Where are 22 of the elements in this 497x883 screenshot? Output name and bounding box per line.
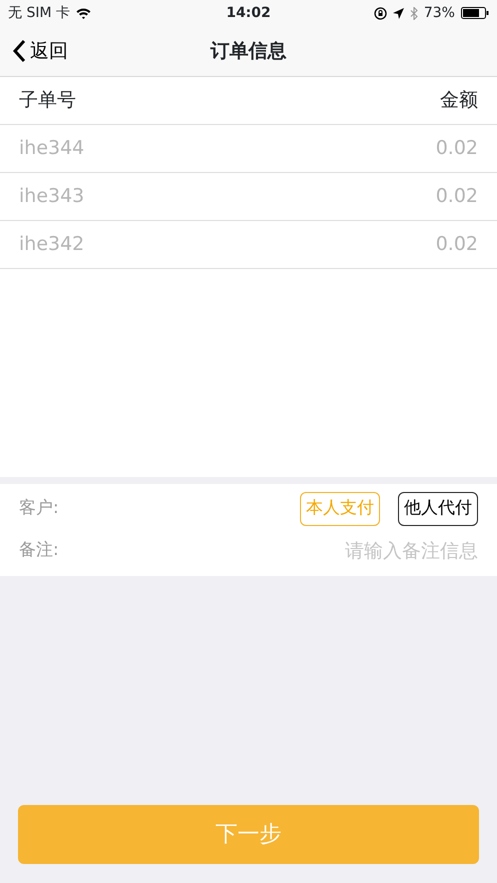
carrier-text: 无 SIM 卡 [8,4,70,22]
customer-label: 客户: [19,497,59,520]
order-id: ihe342 [19,232,84,258]
battery-icon [460,7,489,19]
order-id: ihe344 [19,136,84,162]
back-icon [12,39,26,63]
location-icon [392,8,404,18]
battery-text: 73% [424,4,455,22]
bluetooth-icon [410,6,418,20]
payment-option[interactable]: 他人代付 [398,492,478,526]
time-text: 14:02 [226,4,271,22]
amount-text: 0.02 [436,232,478,258]
back-button[interactable]: 返回 [0,36,68,66]
amount-text: 0.02 [436,136,478,162]
note-label: 备注: [19,539,59,562]
rotation-lock-icon [374,6,387,20]
column-header: 子单号 [19,88,76,114]
column-header: 金额 [440,88,478,114]
amount-text: 0.02 [436,184,478,210]
page-title: 订单信息 [210,38,286,64]
wifi-icon [76,8,91,18]
order-id: ihe343 [19,184,84,210]
